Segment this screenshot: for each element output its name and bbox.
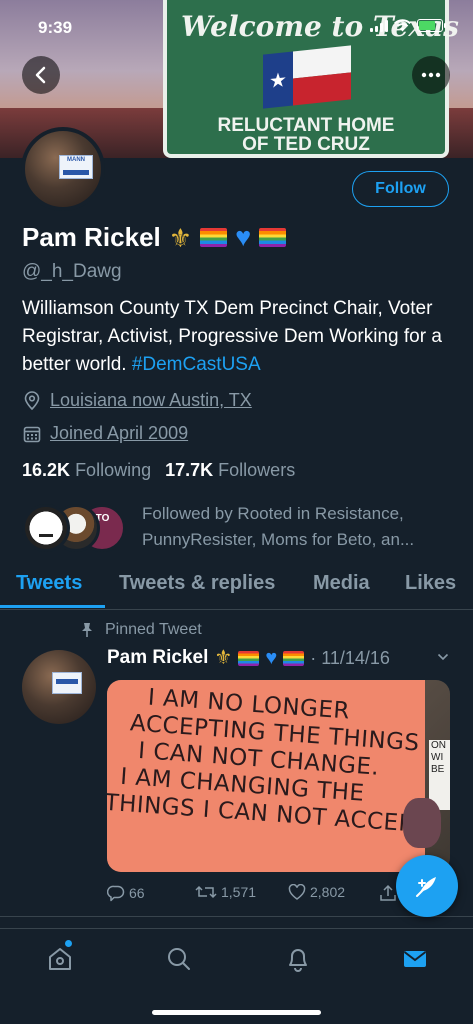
tweet-divider (0, 916, 473, 917)
rainbow-flag-icon (200, 228, 228, 247)
retweet-count: 1,571 (221, 884, 257, 900)
pinned-text: Pinned Tweet (105, 621, 202, 638)
tweet-avatar[interactable] (22, 650, 96, 724)
following-label: Following (75, 460, 152, 480)
tab-media[interactable]: Media (313, 572, 370, 595)
chevron-left-icon (35, 66, 46, 84)
compose-tweet-button[interactable] (396, 855, 458, 917)
followers-count-link[interactable]: 17.7K Followers (165, 460, 295, 481)
retweet-button[interactable]: 1,571 (195, 884, 256, 900)
background-sign-text: BE (431, 764, 445, 775)
like-count: 2,802 (310, 884, 346, 900)
compose-feather-icon (416, 877, 436, 897)
avatar-sign: MANN (59, 155, 93, 179)
more-options-button[interactable] (412, 56, 450, 94)
follow-button[interactable]: Follow (352, 171, 449, 207)
calendar-icon (23, 426, 41, 442)
joined-date: Joined April 2009 (50, 423, 189, 443)
profile-bio: Williamson County TX Dem Precinct Chair,… (22, 295, 452, 379)
status-time: 9:39 (38, 18, 73, 37)
home-indicator (152, 1010, 321, 1015)
home-icon[interactable] (46, 945, 74, 973)
share-icon (380, 884, 396, 901)
like-button[interactable]: 2,802 (288, 884, 345, 900)
blue-heart-icon: ♥ (235, 222, 252, 252)
status-bar: 9:39 (0, 0, 473, 50)
tweet-image[interactable]: I AM NO LONGER ACCEPTING THE THINGS I CA… (107, 680, 450, 872)
share-button[interactable] (379, 884, 397, 902)
reply-count: 66 (129, 885, 145, 901)
blue-heart-icon: ♥ (265, 647, 278, 669)
retweet-icon (195, 885, 217, 899)
tweet-header: Pam Rickel ⚜ ♥ · 11/14/16 (107, 647, 390, 669)
reply-button[interactable]: 66 (107, 884, 145, 902)
hand (403, 798, 441, 848)
profile-handle: @_h_Dawg (22, 261, 122, 282)
followed-by-avatars[interactable]: ETO (22, 504, 126, 552)
cellular-signal-icon (370, 19, 388, 32)
rainbow-flag-icon (283, 650, 305, 666)
followers-count: 17.7K (165, 460, 214, 480)
background-sign-text: ON (431, 740, 446, 751)
heart-icon (288, 884, 306, 900)
background-sign-text: WI (431, 752, 444, 763)
location-link[interactable]: Louisiana now Austin, TX (50, 390, 252, 411)
followers-label: Followers (218, 460, 296, 480)
pin-icon (82, 623, 92, 637)
mail-icon[interactable] (401, 945, 429, 973)
protest-sign-text: I AM NO LONGER ACCEPTING THE THINGS I CA… (107, 682, 436, 839)
pinned-tweet-label: Pinned Tweet (80, 621, 202, 639)
sign-line2: OF TED CRUZ (242, 134, 370, 155)
follower-avatar (22, 504, 70, 552)
sign-line1: RELUCTANT HOME (217, 115, 395, 136)
following-count-link[interactable]: 16.2K Following (22, 460, 151, 481)
avatar-sign (52, 672, 82, 694)
texas-flag: ★ (263, 45, 351, 109)
profile-name-row: Pam Rickel ⚜ ♥ (22, 222, 287, 253)
followed-by-text[interactable]: Followed by Rooted in Resistance, PunnyR… (142, 501, 457, 553)
chevron-down-icon[interactable] (437, 651, 449, 663)
back-button[interactable] (22, 56, 60, 94)
profile-joined: Joined April 2009 (22, 423, 188, 444)
wifi-icon (394, 19, 411, 32)
bell-icon[interactable] (284, 945, 312, 973)
tweet-date: · 11/14/16 (310, 647, 390, 668)
search-icon[interactable] (165, 945, 193, 973)
profile-tabs: Tweets Tweets & replies Media Likes (0, 566, 473, 610)
fleur-de-lis-icon: ⚜ (214, 647, 233, 669)
bio-hashtag[interactable]: #DemCastUSA (132, 354, 261, 375)
more-horizontal-icon (421, 72, 441, 78)
rainbow-flag-icon (259, 228, 287, 247)
protest-sign: I AM NO LONGER ACCEPTING THE THINGS I CA… (107, 680, 428, 872)
notification-dot (65, 940, 72, 947)
tab-likes[interactable]: Likes (405, 572, 456, 595)
battery-icon (417, 19, 446, 32)
tweet-author-name[interactable]: Pam Rickel (107, 647, 208, 669)
avatar-sign-text: MANN (67, 157, 85, 163)
following-count: 16.2K (22, 460, 71, 480)
reply-icon (107, 885, 125, 902)
active-tab-indicator (0, 605, 105, 608)
sign-bottom-text: RELUCTANT HOME OF TED CRUZ (167, 116, 445, 154)
follow-counts: 16.2K Following 17.7K Followers (22, 460, 295, 481)
fleur-de-lis-icon: ⚜ (168, 222, 193, 253)
profile-name: Pam Rickel (22, 222, 161, 252)
location-pin-icon (24, 390, 40, 410)
status-icons (370, 19, 446, 32)
profile-location: Louisiana now Austin, TX (22, 390, 252, 411)
tab-tweets-replies[interactable]: Tweets & replies (119, 572, 275, 595)
rainbow-flag-icon (238, 650, 260, 666)
profile-avatar[interactable]: MANN (21, 127, 105, 211)
tab-tweets[interactable]: Tweets (16, 572, 82, 595)
